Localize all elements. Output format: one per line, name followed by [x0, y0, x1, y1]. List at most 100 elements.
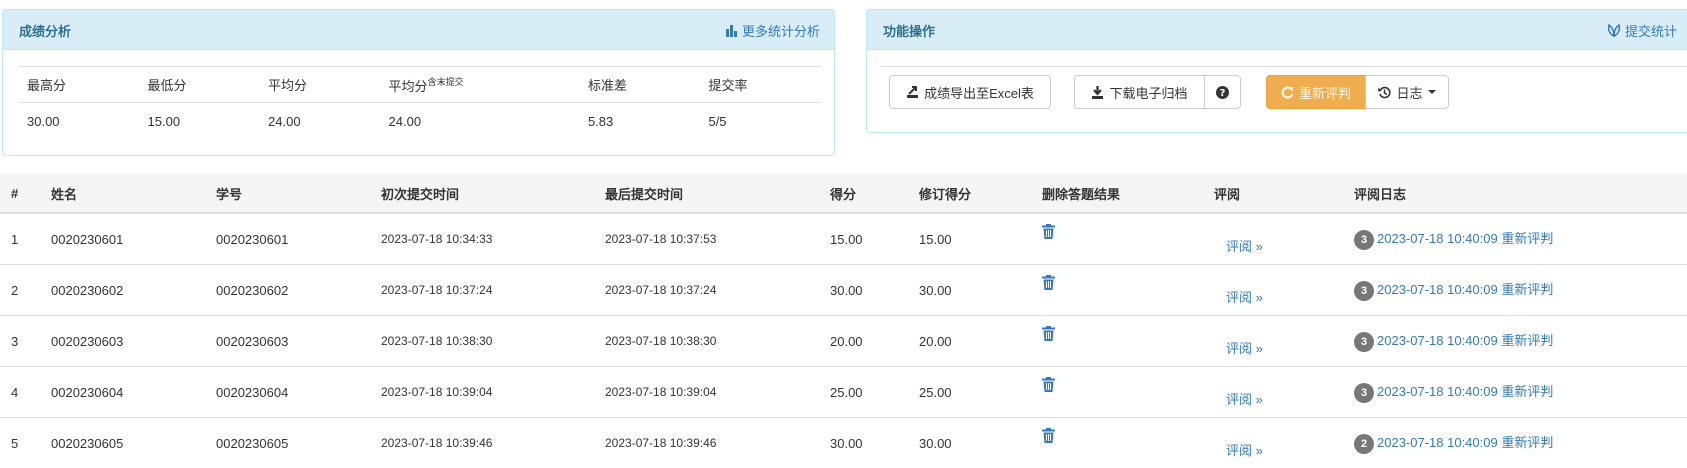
download-archive-button[interactable]: 下载电子归档 — [1074, 75, 1205, 109]
log-count-badge: 3 — [1354, 332, 1374, 352]
delete-cell — [1031, 213, 1203, 265]
stats-value-stddev: 5.83 — [580, 103, 701, 141]
operations-divider — [881, 66, 1687, 67]
review-link[interactable]: 评阅 » — [1226, 236, 1263, 255]
review-cell: 评阅 » — [1203, 316, 1343, 367]
export-excel-button[interactable]: 成绩导出至Excel表 — [889, 75, 1051, 109]
stats-value-avg: 24.00 — [260, 103, 381, 141]
trash-icon[interactable] — [1042, 377, 1055, 395]
review-log-link[interactable]: 2023-07-18 10:40:09 重新评判 — [1377, 435, 1553, 450]
review-log-cell: 32023-07-18 10:40:09 重新评判 — [1343, 265, 1687, 316]
row-number: 5 — [0, 418, 40, 468]
review-link[interactable]: 评阅 » — [1226, 389, 1263, 408]
last-submit-time: 2023-07-18 10:38:30 — [594, 316, 819, 367]
review-log-link[interactable]: 2023-07-18 10:40:09 重新评判 — [1377, 282, 1553, 297]
table-row: 3002023060300202306032023-07-18 10:38:30… — [0, 316, 1687, 367]
score-value: 30.00 — [819, 418, 908, 468]
student-name: 0020230604 — [40, 367, 205, 418]
score-analysis-panel: 成绩分析 更多统计分析 最高分 最低分 平均分 平均分含末提交 标准差 提交率 … — [2, 9, 835, 156]
review-link[interactable]: 评阅 » — [1226, 440, 1263, 459]
table-row: 5002023060500202306052023-07-18 10:39:46… — [0, 418, 1687, 468]
stats-header-rate: 提交率 — [700, 67, 821, 103]
table-row: 4002023060400202306042023-07-18 10:39:04… — [0, 367, 1687, 418]
delete-cell — [1031, 316, 1203, 367]
log-count-badge: 3 — [1354, 281, 1374, 301]
review-log-link[interactable]: 2023-07-18 10:40:09 重新评判 — [1377, 384, 1553, 399]
stats-value-max: 30.00 — [19, 103, 140, 141]
student-id: 0020230601 — [205, 213, 370, 265]
delete-cell — [1031, 265, 1203, 316]
last-submit-time: 2023-07-18 10:39:04 — [594, 367, 819, 418]
revised-score-value: 15.00 — [908, 213, 1031, 265]
operations-title: 功能操作 — [883, 21, 935, 40]
stats-header-max: 最高分 — [19, 67, 140, 103]
log-label: 日志 — [1396, 83, 1422, 102]
review-log-link[interactable]: 2023-07-18 10:40:09 重新评判 — [1377, 333, 1553, 348]
last-submit-time: 2023-07-18 10:39:46 — [594, 418, 819, 468]
export-icon — [906, 86, 919, 99]
review-cell: 评阅 » — [1203, 418, 1343, 468]
review-log-link[interactable]: 2023-07-18 10:40:09 重新评判 — [1377, 231, 1553, 246]
bar-chart-icon — [725, 24, 738, 37]
leaf-icon — [1607, 24, 1621, 37]
download-icon — [1091, 86, 1104, 99]
row-number: 1 — [0, 213, 40, 265]
stats-value-row: 30.00 15.00 24.00 24.00 5.83 5/5 — [19, 103, 821, 141]
stats-table: 最高分 最低分 平均分 平均分含末提交 标准差 提交率 30.00 15.00 … — [19, 66, 821, 141]
submit-stats-label: 提交统计 — [1625, 21, 1677, 40]
log-count-badge: 2 — [1354, 434, 1374, 454]
rejudge-button[interactable]: 重新评判 — [1266, 75, 1366, 109]
more-stats-link[interactable]: 更多统计分析 — [725, 21, 820, 40]
review-cell: 评阅 » — [1203, 367, 1343, 418]
log-dropdown-button[interactable]: 日志 — [1365, 75, 1449, 109]
export-excel-label: 成绩导出至Excel表 — [924, 83, 1034, 102]
col-score: 得分 — [819, 174, 908, 213]
revised-score-value: 20.00 — [908, 316, 1031, 367]
log-count-badge: 3 — [1354, 230, 1374, 250]
student-id: 0020230602 — [205, 265, 370, 316]
score-value: 15.00 — [819, 213, 908, 265]
score-value: 25.00 — [819, 367, 908, 418]
stats-header-avg: 平均分 — [260, 67, 381, 103]
row-number: 3 — [0, 316, 40, 367]
trash-icon[interactable] — [1042, 275, 1055, 293]
operations-heading: 功能操作 提交统计 — [867, 10, 1687, 50]
submit-stats-link[interactable]: 提交统计 — [1607, 21, 1677, 40]
review-link[interactable]: 评阅 » — [1226, 338, 1263, 357]
stats-header-min: 最低分 — [140, 67, 261, 103]
col-first-submit: 初次提交时间 — [370, 174, 594, 213]
row-number: 2 — [0, 265, 40, 316]
trash-icon[interactable] — [1042, 326, 1055, 344]
more-stats-label: 更多统计分析 — [742, 21, 820, 40]
col-revised-score: 修订得分 — [908, 174, 1031, 213]
revised-score-value: 30.00 — [908, 418, 1031, 468]
stats-value-min: 15.00 — [140, 103, 261, 141]
review-cell: 评阅 » — [1203, 265, 1343, 316]
review-log-cell: 22023-07-18 10:40:09 重新评判 — [1343, 418, 1687, 468]
delete-cell — [1031, 367, 1203, 418]
col-review-log: 评阅日志 — [1343, 174, 1687, 213]
score-analysis-heading: 成绩分析 更多统计分析 — [3, 10, 834, 50]
first-submit-time: 2023-07-18 10:39:04 — [370, 367, 594, 418]
col-name: 姓名 — [40, 174, 205, 213]
last-submit-time: 2023-07-18 10:37:24 — [594, 265, 819, 316]
first-submit-time: 2023-07-18 10:37:24 — [370, 265, 594, 316]
review-cell: 评阅 » — [1203, 213, 1343, 265]
revised-score-value: 25.00 — [908, 367, 1031, 418]
trash-icon[interactable] — [1042, 428, 1055, 446]
download-archive-label: 下载电子归档 — [1109, 83, 1187, 102]
revised-score-value: 30.00 — [908, 265, 1031, 316]
score-analysis-title: 成绩分析 — [19, 21, 71, 40]
col-last-submit: 最后提交时间 — [594, 174, 819, 213]
review-link[interactable]: 评阅 » — [1226, 287, 1263, 306]
student-name: 0020230603 — [40, 316, 205, 367]
first-submit-time: 2023-07-18 10:38:30 — [370, 316, 594, 367]
results-table: # 姓名 学号 初次提交时间 最后提交时间 得分 修订得分 删除答题结果 评阅 … — [0, 174, 1687, 468]
student-id: 0020230603 — [205, 316, 370, 367]
score-value: 30.00 — [819, 265, 908, 316]
stats-header-stddev: 标准差 — [580, 67, 701, 103]
help-button[interactable]: ? — [1204, 75, 1241, 109]
history-icon — [1378, 86, 1391, 99]
first-submit-time: 2023-07-18 10:39:46 — [370, 418, 594, 468]
trash-icon[interactable] — [1042, 224, 1055, 242]
